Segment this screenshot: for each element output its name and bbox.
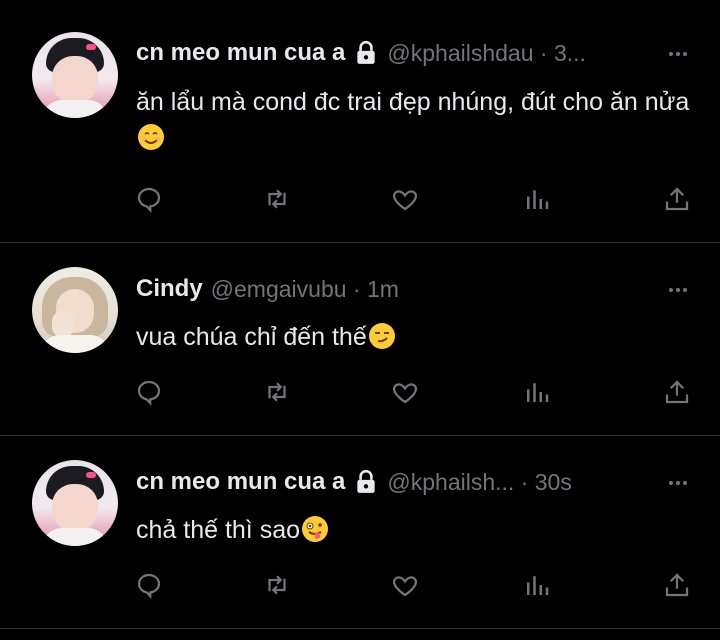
lock-icon [357, 40, 376, 64]
author-name[interactable]: Cindy [136, 275, 203, 303]
tweet-text: chả thế thì sao [136, 512, 696, 548]
share-icon[interactable] [662, 377, 692, 407]
tweet-text: ăn lẩu mà cond đc trai đẹp nhúng, đút ch… [136, 84, 696, 156]
tweet-actions [134, 184, 694, 214]
retweet-icon[interactable] [262, 184, 292, 214]
tweet-actions [134, 377, 694, 407]
author-name[interactable]: cn meo mun cua a [136, 39, 345, 67]
tweet-text-content: chả thế thì sao [136, 516, 301, 544]
reply-icon[interactable] [134, 377, 164, 407]
like-icon[interactable] [390, 570, 420, 600]
lock-icon [357, 469, 376, 493]
analytics-icon[interactable] [522, 377, 552, 407]
analytics-icon[interactable] [522, 570, 552, 600]
avatar[interactable] [32, 460, 118, 546]
share-icon[interactable] [662, 184, 692, 214]
author-name[interactable]: cn meo mun cua a [136, 468, 345, 496]
avatar[interactable] [32, 267, 118, 353]
tweet-text: vua chúa chỉ đến thế [136, 319, 696, 355]
smirking-face-icon [368, 322, 396, 350]
tweet-actions [134, 570, 694, 600]
retweet-icon[interactable] [262, 377, 292, 407]
reply-icon[interactable] [134, 184, 164, 214]
analytics-icon[interactable] [522, 184, 552, 214]
more-options-icon[interactable] [666, 471, 690, 495]
reply-icon[interactable] [134, 570, 164, 600]
more-options-icon[interactable] [666, 278, 690, 302]
author-handle[interactable]: @kphailsh... · 30s [387, 469, 571, 496]
author-handle[interactable]: @kphailshdau · 3... [387, 40, 586, 67]
like-icon[interactable] [390, 184, 420, 214]
tweet-2[interactable]: Cindy @emgaivubu · 1m vua chúa chỉ đến t… [0, 243, 720, 435]
tweet-text-content: vua chúa chỉ đến thế [136, 323, 367, 351]
share-icon[interactable] [662, 570, 692, 600]
tweet-divider [0, 628, 720, 629]
zany-face-icon [301, 515, 329, 543]
avatar[interactable] [32, 32, 118, 118]
more-options-icon[interactable] [666, 42, 690, 66]
tweet-1[interactable]: cn meo mun cua a @kphailshdau · 3... ăn … [0, 0, 720, 242]
tweet-text-content: ăn lẩu mà cond đc trai đẹp nhúng, đút ch… [136, 88, 690, 116]
tweet-3[interactable]: cn meo mun cua a @kphailsh... · 30s chả … [0, 436, 720, 628]
author-handle[interactable]: @emgaivubu · 1m [211, 276, 399, 303]
smiling-face-icon [137, 123, 165, 151]
retweet-icon[interactable] [262, 570, 292, 600]
like-icon[interactable] [390, 377, 420, 407]
